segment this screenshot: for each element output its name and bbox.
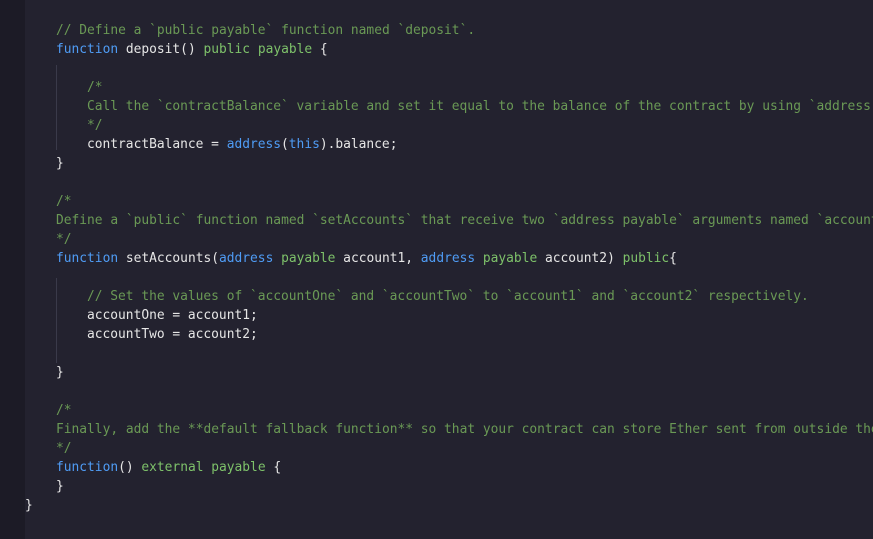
code-token: */ (87, 118, 103, 133)
code-token: ).balance; (319, 137, 398, 152)
code-token: } (56, 479, 64, 494)
code-token: payable (482, 251, 538, 266)
code-line: function() external payable { (56, 458, 281, 477)
code-line: } (25, 496, 33, 515)
code-line: function deposit() public payable { (56, 40, 328, 59)
code-token: // Define a `public payable` function na… (56, 23, 476, 38)
code-token: ( (281, 137, 289, 152)
code-line: /* (56, 192, 72, 211)
code-token: account2) (537, 251, 623, 266)
code-token: /* (87, 80, 103, 95)
code-line: /* (56, 401, 72, 420)
code-token: function (56, 42, 119, 57)
code-token: } (56, 365, 64, 380)
code-token: public (203, 42, 251, 57)
code-line: /* (87, 78, 103, 97)
code-token: } (25, 498, 33, 513)
code-token: Define a `public` function named `setAcc… (56, 213, 873, 228)
code-editor[interactable]: // Define a `public payable` function na… (0, 0, 873, 539)
code-token: external (141, 460, 204, 475)
code-token: account1, (335, 251, 421, 266)
code-line: } (56, 363, 64, 382)
code-line: // Set the values of `accountOne` and `a… (87, 287, 809, 306)
code-token: deposit() (118, 42, 204, 57)
code-line: function setAccounts(address payable acc… (56, 249, 677, 268)
code-token: { (312, 42, 328, 57)
code-token: function (56, 251, 119, 266)
code-token: } (56, 156, 64, 171)
code-token: payable (211, 460, 266, 475)
code-area[interactable]: // Define a `public payable` function na… (0, 0, 873, 539)
code-token: contractBalance = (87, 137, 227, 152)
code-token: public (622, 251, 670, 266)
code-token: accountOne = account1; (87, 308, 258, 323)
code-line: } (56, 477, 64, 496)
code-line: Define a `public` function named `setAcc… (56, 211, 873, 230)
code-token: /* (56, 403, 72, 418)
code-line: */ (87, 116, 103, 135)
code-token: function (56, 460, 119, 475)
code-token: address (420, 251, 476, 266)
code-line: } (56, 154, 64, 173)
code-token: // Set the values of `accountOne` and `a… (87, 289, 809, 304)
code-line: */ (56, 230, 72, 249)
code-token: () (118, 460, 142, 475)
code-token: this (288, 137, 320, 152)
code-token: payable (257, 42, 313, 57)
code-token: */ (56, 441, 72, 456)
code-line: accountTwo = account2; (87, 325, 258, 344)
code-token: Finally, add the **default fallback func… (56, 422, 873, 437)
code-token: address (226, 137, 282, 152)
code-line: contractBalance = address(this).balance; (87, 135, 397, 154)
code-token: */ (56, 232, 72, 247)
code-token: payable (281, 251, 336, 266)
code-line: Call the `contractBalance` variable and … (87, 97, 873, 116)
code-token: address (219, 251, 274, 266)
code-token: { (669, 251, 677, 266)
code-token: { (265, 460, 282, 475)
code-token: accountTwo = account2; (87, 327, 258, 342)
code-line: */ (56, 439, 72, 458)
code-line: Finally, add the **default fallback func… (56, 420, 873, 439)
code-token: setAccounts( (118, 251, 219, 266)
code-line: accountOne = account1; (87, 306, 258, 325)
code-line: // Define a `public payable` function na… (56, 21, 475, 40)
code-token: Call the `contractBalance` variable and … (87, 99, 873, 114)
code-token: /* (56, 194, 72, 209)
